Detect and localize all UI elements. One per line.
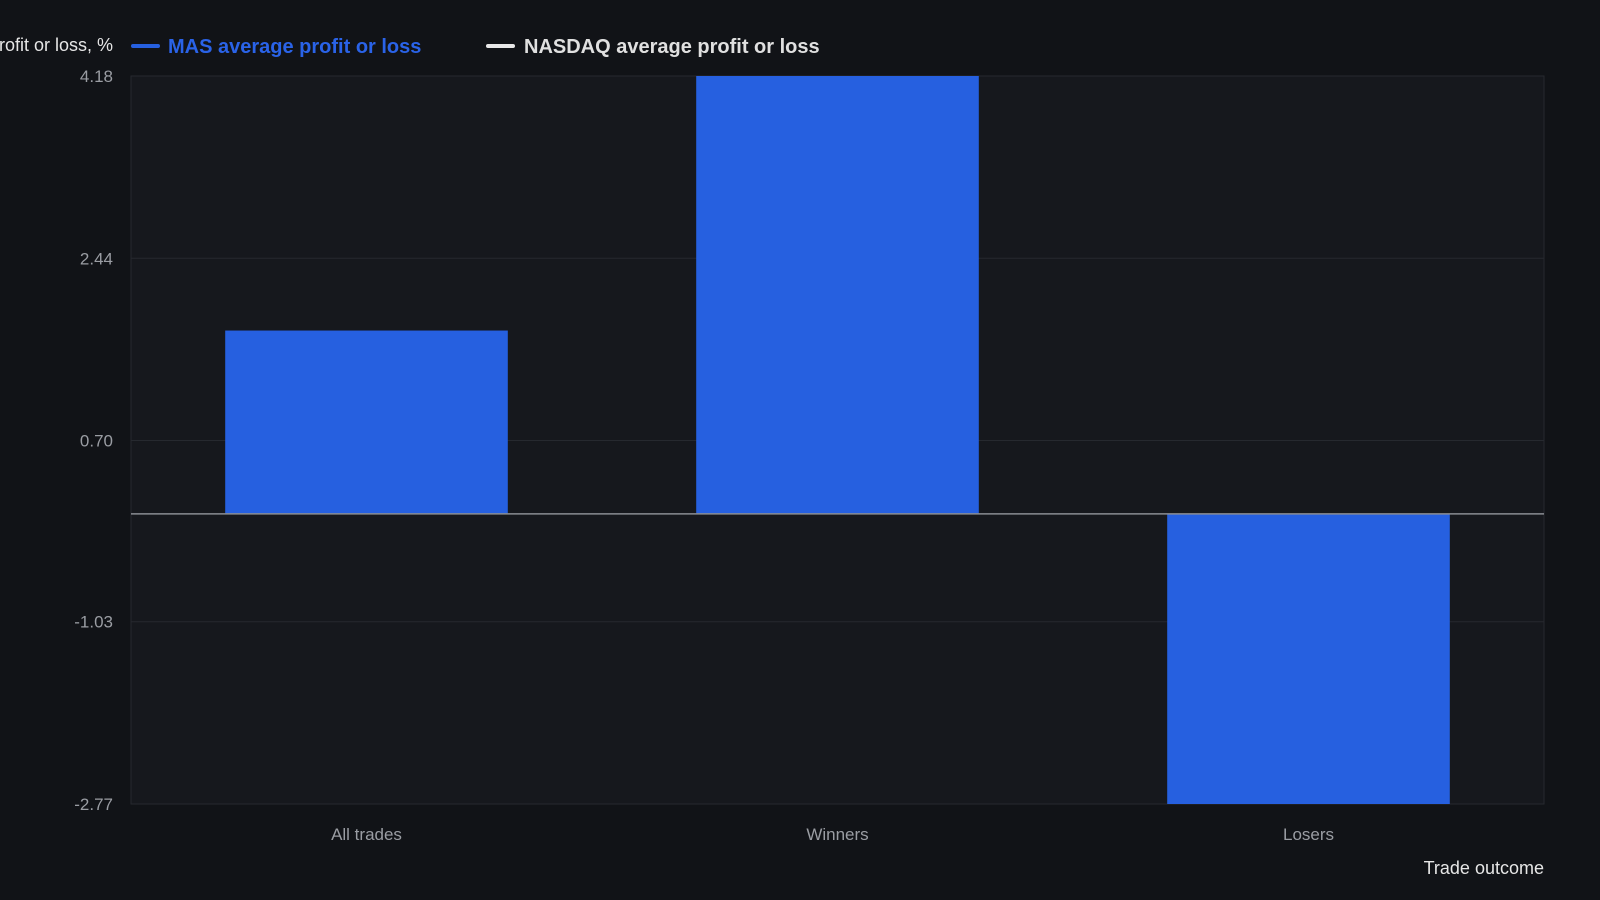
legend-label-mas: MAS average profit or loss bbox=[168, 36, 421, 58]
x-tick-label: Losers bbox=[1283, 825, 1334, 844]
x-tick-labels: All trades Winners Losers bbox=[331, 825, 1334, 844]
y-tick-label: -1.03 bbox=[74, 613, 113, 632]
legend-label-nasdaq: NASDAQ average profit or loss bbox=[524, 36, 820, 58]
x-axis-label: Trade outcome bbox=[1424, 858, 1544, 878]
bar-all-trades[interactable] bbox=[225, 330, 508, 514]
bar-winners[interactable] bbox=[696, 76, 979, 514]
legend: MAS average profit or loss NASDAQ averag… bbox=[131, 36, 820, 58]
x-tick-label: Winners bbox=[806, 825, 868, 844]
bar-losers[interactable] bbox=[1167, 513, 1450, 804]
y-axis-label: Average profit or loss, % bbox=[0, 35, 113, 55]
y-tick-label: -2.77 bbox=[74, 795, 113, 814]
y-tick-label: 4.18 bbox=[80, 67, 113, 86]
bar-chart: 4.18 2.44 0.70 -1.03 -2.77 All trades Winners… bbox=[0, 35, 1545, 878]
y-tick-label: 2.44 bbox=[80, 249, 113, 268]
legend-swatch-mas bbox=[131, 44, 160, 48]
x-tick-label: All trades bbox=[331, 825, 402, 844]
chart-container: 4.18 2.44 0.70 -1.03 -2.77 All trades Winners… bbox=[0, 0, 1600, 900]
legend-swatch-nasdaq bbox=[486, 44, 515, 48]
y-tick-label: 0.70 bbox=[80, 432, 113, 451]
y-tick-labels: 4.18 2.44 0.70 -1.03 -2.77 bbox=[74, 67, 113, 814]
